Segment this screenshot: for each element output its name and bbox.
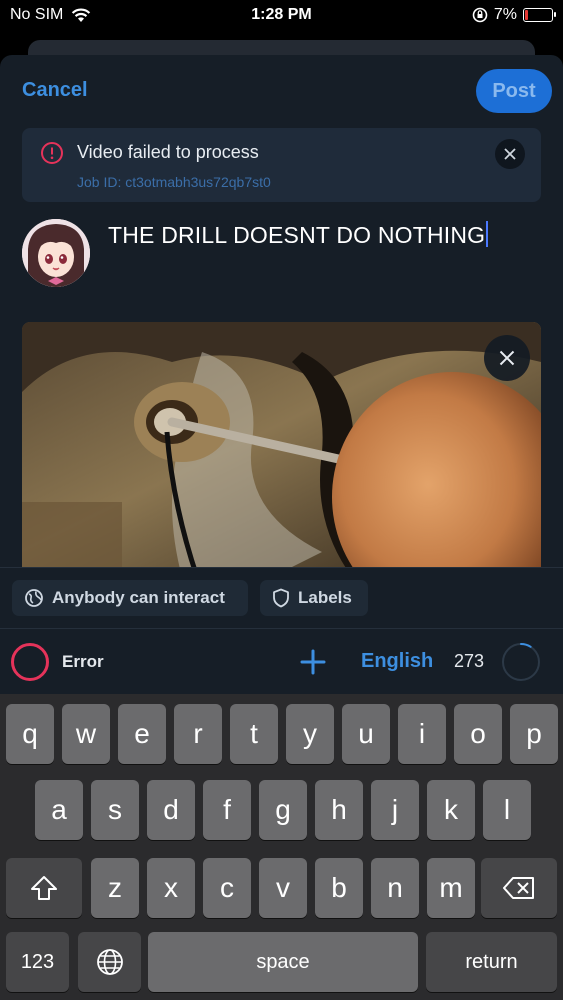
post-button[interactable]: Post <box>476 69 552 113</box>
text-cursor <box>486 221 489 247</box>
video-thumbnail <box>22 322 541 577</box>
numbers-key[interactable]: 123 <box>6 932 69 992</box>
key-o[interactable]: o <box>454 704 502 764</box>
globe-key[interactable] <box>78 932 141 992</box>
key-p[interactable]: p <box>510 704 558 764</box>
battery-icon <box>523 8 556 22</box>
key-w[interactable]: w <box>62 704 110 764</box>
close-icon <box>499 350 515 366</box>
key-r[interactable]: r <box>174 704 222 764</box>
error-message: Video failed to process <box>77 142 259 162</box>
post-text-content: THE DRILL DOESNT DO NOTHING <box>108 222 486 248</box>
key-a[interactable]: a <box>35 780 83 840</box>
labels-button[interactable]: Labels <box>260 580 368 616</box>
language-selector[interactable]: English <box>361 650 433 673</box>
key-q[interactable]: q <box>6 704 54 764</box>
key-e[interactable]: e <box>118 704 166 764</box>
orientation-lock-icon <box>472 7 488 23</box>
media-attachment[interactable] <box>22 322 541 577</box>
key-t[interactable]: t <box>230 704 278 764</box>
space-key[interactable]: space <box>148 932 418 992</box>
error-banner: Video failed to process Job ID: ct3otmab… <box>22 128 541 202</box>
info-icon <box>41 142 63 164</box>
key-d[interactable]: d <box>147 780 195 840</box>
post-text-input[interactable]: THE DRILL DOESNT DO NOTHING <box>108 221 489 249</box>
globe-icon <box>96 949 123 975</box>
key-u[interactable]: u <box>342 704 390 764</box>
key-g[interactable]: g <box>259 780 307 840</box>
backspace-key[interactable] <box>481 858 557 918</box>
key-z[interactable]: z <box>91 858 139 918</box>
character-count: 273 <box>454 651 485 671</box>
battery-percent: 7% <box>493 6 517 23</box>
shift-icon <box>31 876 57 900</box>
post-options-bar: Anybody can interact Labels <box>0 567 563 627</box>
avatar[interactable] <box>22 219 90 287</box>
key-i[interactable]: i <box>398 704 446 764</box>
interaction-label: Anybody can interact <box>52 588 225 607</box>
shield-icon <box>273 588 289 608</box>
return-key[interactable]: return <box>426 932 557 992</box>
labels-label: Labels <box>298 588 352 607</box>
key-s[interactable]: s <box>91 780 139 840</box>
compose-toolbar: Error English 273 <box>0 628 563 694</box>
job-id: Job ID: ct3otmabh3us72qb7st0 <box>77 174 271 190</box>
status-bar: No SIM 1:28 PM 7% <box>0 0 563 32</box>
key-j[interactable]: j <box>371 780 419 840</box>
character-progress-ring <box>502 643 540 681</box>
remove-media-button[interactable] <box>484 335 530 381</box>
avatar-image <box>22 219 90 287</box>
globe-icon <box>25 589 43 607</box>
backspace-icon <box>503 877 534 899</box>
key-k[interactable]: k <box>427 780 475 840</box>
key-h[interactable]: h <box>315 780 363 840</box>
key-x[interactable]: x <box>147 858 195 918</box>
cancel-button[interactable]: Cancel <box>22 79 88 102</box>
key-n[interactable]: n <box>371 858 419 918</box>
key-b[interactable]: b <box>315 858 363 918</box>
error-status-ring[interactable] <box>11 643 49 681</box>
close-icon <box>504 148 516 160</box>
key-f[interactable]: f <box>203 780 251 840</box>
key-v[interactable]: v <box>259 858 307 918</box>
interaction-settings-button[interactable]: Anybody can interact <box>12 580 248 616</box>
key-l[interactable]: l <box>483 780 531 840</box>
dismiss-error-button[interactable] <box>495 139 525 169</box>
key-m[interactable]: m <box>427 858 475 918</box>
key-y[interactable]: y <box>286 704 334 764</box>
status-label: Error <box>62 652 104 671</box>
shift-key[interactable] <box>6 858 82 918</box>
keyboard: 123 space return qwertyuiop asdfghjkl zxcv… <box>0 694 563 1000</box>
add-thread-button[interactable] <box>299 648 327 676</box>
key-c[interactable]: c <box>203 858 251 918</box>
